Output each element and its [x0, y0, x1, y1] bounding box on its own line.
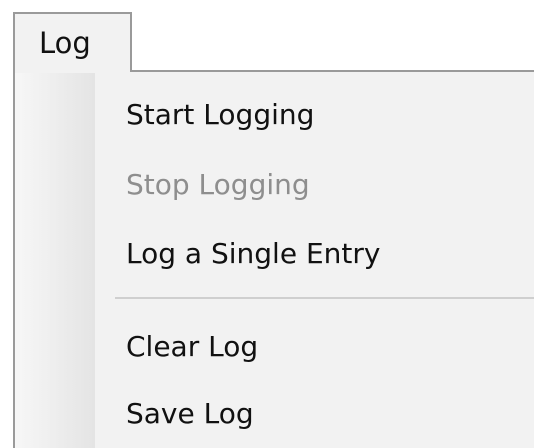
menu-item-clear-log[interactable]: Clear Log	[126, 327, 258, 367]
log-menu-title: Log	[39, 26, 91, 60]
menu-item-start-logging[interactable]: Start Logging	[126, 95, 314, 135]
menu-icon-gutter	[15, 72, 95, 448]
menu-item-stop-logging: Stop Logging	[126, 168, 310, 201]
menu-separator	[115, 297, 534, 299]
menu-item-log-single-entry[interactable]: Log a Single Entry	[126, 234, 380, 274]
menu-header-join	[15, 69, 130, 73]
menu-bar	[0, 0, 534, 12]
log-menu-header[interactable]: Log	[13, 12, 132, 72]
menu-item-save-log[interactable]: Save Log	[126, 394, 254, 434]
